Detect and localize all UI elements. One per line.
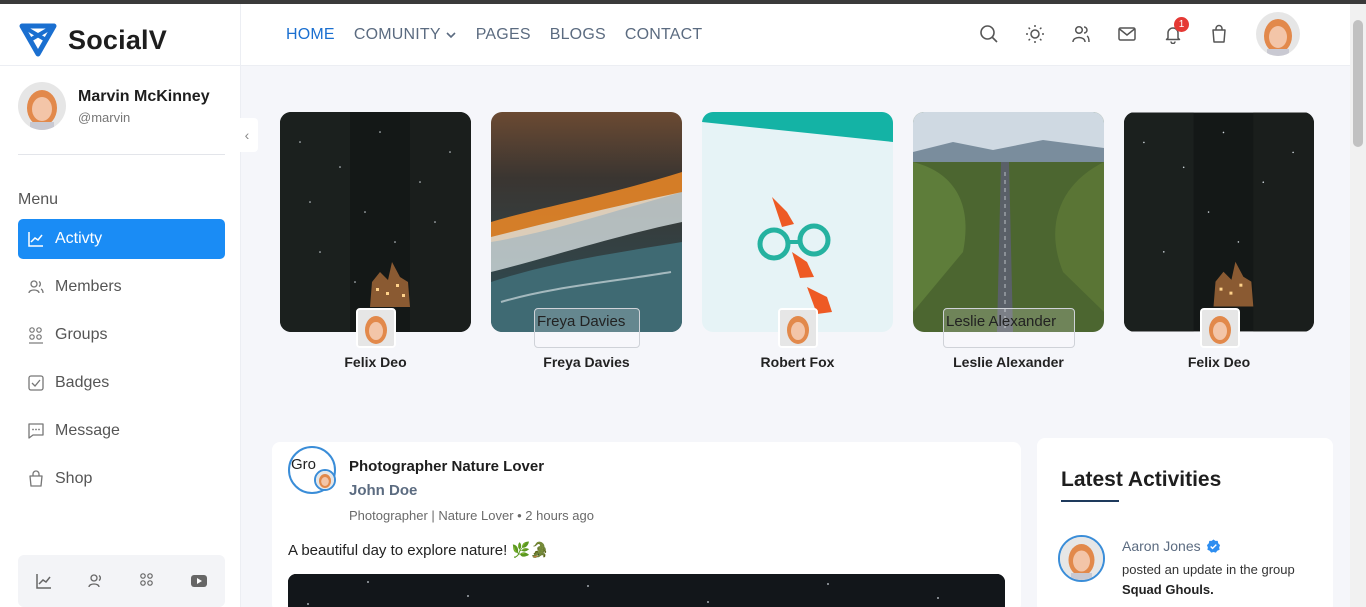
sidebar-item-label: Badges <box>55 374 110 391</box>
nav-contact[interactable]: CONTACT <box>625 26 703 44</box>
nav-label: COMUNITY <box>353 26 441 43</box>
user-avatar-menu[interactable] <box>1256 12 1300 56</box>
story-card[interactable]: Felix Deo <box>280 112 471 370</box>
sidebar-item-label: Members <box>55 278 122 295</box>
groups-icon[interactable] <box>132 566 162 596</box>
sidebar-quick-links <box>18 555 225 607</box>
sidebar-item-shop[interactable]: Shop <box>18 459 225 499</box>
brand-logo[interactable]: SocialV <box>18 22 167 58</box>
sidebar-item-message[interactable]: Message <box>18 411 225 451</box>
sidebar-item-label: Shop <box>55 470 93 487</box>
latest-activities-widget: Latest Activities Aaron Jones posted an … <box>1037 438 1333 607</box>
activity-chart-icon[interactable] <box>29 566 59 596</box>
sidebar-collapse-button[interactable]: ‹ <box>236 118 258 152</box>
story-user-avatar <box>778 308 818 348</box>
chevron-left-icon: ‹ <box>244 127 250 143</box>
sidebar-item-members[interactable]: Members <box>18 267 225 307</box>
activity-action: posted an update in the group <box>1122 562 1295 577</box>
story-user-avatar-broken-image: Freya Davies <box>534 308 640 348</box>
story-image <box>702 112 893 332</box>
story-card[interactable]: Felix Deo <box>1124 112 1314 370</box>
activity-chart-icon <box>28 232 43 247</box>
feed-post: Gro Photographer Nature Lover John Doe P… <box>272 442 1021 607</box>
avatar[interactable] <box>1058 535 1105 582</box>
story-image <box>1124 112 1314 332</box>
profile-handle: @marvin <box>78 109 131 125</box>
theme-toggle-sun-icon[interactable] <box>1024 22 1046 46</box>
story-card[interactable]: Freya Davies Freya Davies <box>491 112 682 370</box>
widget-title: Latest Activities <box>1061 468 1222 491</box>
story-user-name: Robert Fox <box>760 354 835 370</box>
groups-icon <box>29 327 43 344</box>
nav-blogs[interactable]: BLOGS <box>550 26 606 44</box>
story-user-avatar <box>356 308 396 348</box>
story-user-name: Felix Deo <box>344 354 407 370</box>
search-icon[interactable] <box>978 22 1000 46</box>
menu-title: Menu <box>18 191 59 208</box>
nav-label: CONTACT <box>624 26 703 43</box>
sidebar-menu: Activty Members Groups Badges Message Sh… <box>18 219 225 507</box>
sidebar-item-groups[interactable]: Groups <box>18 315 225 355</box>
brand-name: SocialV <box>68 24 167 55</box>
author-avatar[interactable] <box>314 469 336 491</box>
nav-label: BLOGS <box>549 26 606 43</box>
members-icon <box>28 280 44 294</box>
badge-icon <box>28 375 44 391</box>
top-header: HOME COMUNITY PAGES BLOGS CONTACT 1 <box>241 4 1350 66</box>
chevron-down-icon <box>446 32 456 39</box>
user-profile[interactable]: Marvin McKinney @marvin <box>18 82 210 130</box>
sidebar-item-activity[interactable]: Activty <box>18 219 225 259</box>
post-group-title[interactable]: Photographer Nature Lover <box>349 458 544 475</box>
nav-community[interactable]: COMUNITY <box>354 26 457 44</box>
members-icon[interactable] <box>81 566 111 596</box>
story-user-name: Leslie Alexander <box>953 354 1064 370</box>
nav-label: HOME <box>286 26 335 43</box>
message-icon <box>28 423 44 439</box>
scrollbar-thumb[interactable] <box>1353 20 1363 147</box>
sidebar-item-label: Activty <box>55 230 103 247</box>
shop-bag-icon <box>29 470 43 487</box>
post-meta: Photographer | Nature Lover • 2 hours ag… <box>349 508 594 523</box>
title-underline <box>1061 500 1119 502</box>
story-card[interactable]: Leslie Alexander Leslie Alexander <box>913 112 1104 370</box>
story-image <box>913 112 1104 332</box>
divider <box>0 65 241 66</box>
cart-bag-icon[interactable] <box>1208 22 1230 46</box>
notification-count-badge: 1 <box>1174 17 1189 32</box>
activity-user-name[interactable]: Aaron Jones <box>1122 538 1221 554</box>
logo-icon <box>19 23 57 57</box>
mail-icon[interactable] <box>1116 22 1138 46</box>
story-user-name: Freya Davies <box>543 354 630 370</box>
sidebar-item-label: Groups <box>55 326 108 343</box>
activity-user-label: Aaron Jones <box>1122 538 1201 554</box>
sidebar: SocialV Marvin McKinney @marvin Menu Act… <box>0 4 241 607</box>
story-image <box>491 112 682 332</box>
post-text: A beautiful day to explore nature! 🌿🐊 <box>288 542 549 559</box>
sidebar-item-label: Message <box>55 422 120 439</box>
friends-icon[interactable] <box>1070 22 1092 46</box>
nav-home[interactable]: HOME <box>286 26 335 44</box>
story-image <box>280 112 471 332</box>
activity-description: posted an update in the group Squad Ghou… <box>1122 560 1322 600</box>
avatar <box>18 82 66 130</box>
post-author[interactable]: John Doe <box>349 482 417 499</box>
verified-badge-icon <box>1206 538 1220 553</box>
divider <box>18 154 225 155</box>
header-actions: 1 <box>978 17 1230 46</box>
nav-label: PAGES <box>475 26 531 43</box>
story-user-avatar <box>1200 308 1240 348</box>
story-user-name: Felix Deo <box>1187 354 1251 370</box>
sidebar-item-badges[interactable]: Badges <box>18 363 225 403</box>
story-card[interactable]: Robert Fox <box>702 112 893 370</box>
notification-bell-icon[interactable]: 1 <box>1162 17 1189 46</box>
post-image[interactable] <box>288 574 1005 607</box>
main-nav: HOME COMUNITY PAGES BLOGS CONTACT <box>286 26 702 44</box>
profile-name: Marvin McKinney <box>78 87 210 105</box>
activity-target-group[interactable]: Squad Ghouls. <box>1122 582 1214 597</box>
video-play-icon[interactable] <box>184 566 214 596</box>
story-user-avatar-broken-image: Leslie Alexander <box>943 308 1075 348</box>
nav-pages[interactable]: PAGES <box>476 26 531 44</box>
